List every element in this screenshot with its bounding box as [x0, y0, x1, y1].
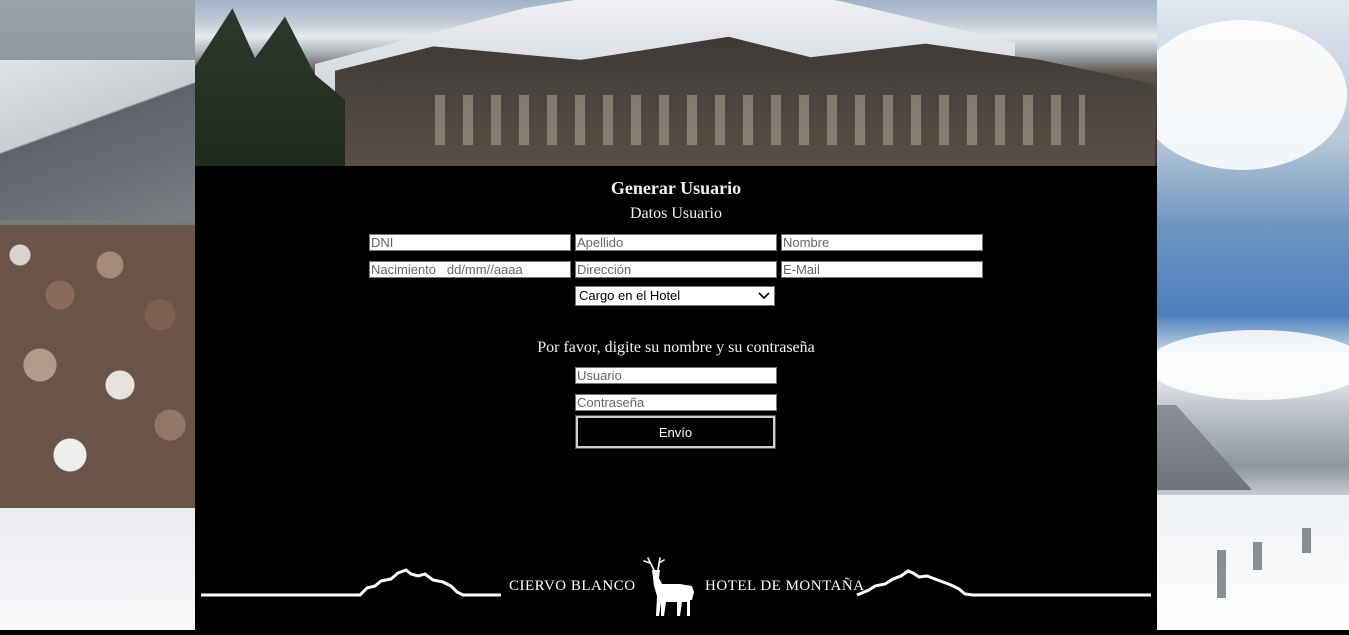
stone-wall [0, 225, 195, 510]
left-background-photo [0, 0, 195, 630]
cargo-select-value: Cargo en el Hotel [579, 288, 681, 303]
cloud [1157, 330, 1349, 400]
lodge-building [1157, 405, 1252, 490]
dni-input[interactable] [369, 234, 571, 251]
page-title: Generar Usuario [610, 178, 742, 198]
submit-button[interactable]: Envío [575, 415, 776, 449]
cloud [1157, 20, 1347, 170]
chevron-down-icon [758, 287, 770, 310]
footer-logo: CIERVO BLANCO HOTEL DE MONTAÑA [195, 546, 1157, 630]
nacimiento-input[interactable] [369, 261, 571, 278]
nombre-input[interactable] [781, 234, 983, 251]
email-input[interactable] [781, 261, 983, 278]
registration-form: Generar Usuario Datos Usuario Cargo en e… [195, 166, 1157, 630]
brand-left-text: CIERVO BLANCO [509, 578, 636, 594]
snow-ground [0, 508, 195, 630]
section-title: Datos Usuario [630, 205, 722, 222]
cargo-select[interactable]: Cargo en el Hotel [575, 286, 775, 306]
apellido-input[interactable] [575, 234, 777, 251]
deer-logo-icon [643, 557, 694, 616]
login-prompt: Por favor, digite su nombre y su contras… [537, 339, 815, 356]
hotel-windows [435, 95, 1085, 145]
hotel-header-photo [195, 0, 1157, 166]
direccion-input[interactable] [575, 261, 777, 278]
password-input[interactable] [575, 394, 777, 411]
fence-post [1302, 528, 1311, 553]
usuario-input[interactable] [575, 367, 777, 384]
fence-post [1217, 550, 1226, 598]
right-background-photo [1157, 0, 1349, 630]
snowy-roof [0, 60, 195, 220]
fence-post [1253, 542, 1262, 570]
pine-trees [195, 8, 345, 166]
brand-right-text: HOTEL DE MONTAÑA [705, 578, 865, 594]
